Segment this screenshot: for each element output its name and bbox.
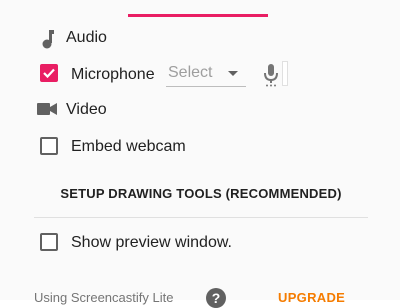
upgrade-button[interactable]: UPGRADE: [278, 290, 345, 305]
embed-webcam-label[interactable]: Embed webcam: [71, 138, 186, 156]
preview-window-checkbox[interactable]: [40, 233, 58, 251]
microphone-label[interactable]: Microphone: [71, 66, 155, 84]
mic-icon: [262, 62, 280, 88]
videocam-icon: [36, 100, 58, 118]
microphone-checkbox[interactable]: [40, 64, 58, 82]
settings-panel: Audio Microphone Select Video Embed webc…: [0, 0, 400, 308]
license-status-text: Using Screencastify Lite: [34, 290, 174, 305]
check-icon: [43, 68, 55, 79]
video-label: Video: [66, 101, 107, 118]
microphone-select-value: Select: [168, 64, 213, 81]
setup-drawing-tools-button[interactable]: SETUP DRAWING TOOLS (RECOMMENDED): [34, 178, 368, 208]
microphone-select[interactable]: Select: [166, 60, 246, 87]
audio-label: Audio: [66, 29, 107, 46]
embed-webcam-checkbox[interactable]: [40, 137, 58, 155]
active-tab-indicator: [128, 14, 268, 17]
divider: [34, 217, 368, 218]
mic-level-meter: [282, 61, 288, 86]
preview-window-label[interactable]: Show preview window.: [71, 234, 232, 252]
help-icon[interactable]: ?: [206, 288, 226, 308]
music-note-icon: [38, 28, 56, 50]
dropdown-arrow-icon: [228, 71, 238, 76]
